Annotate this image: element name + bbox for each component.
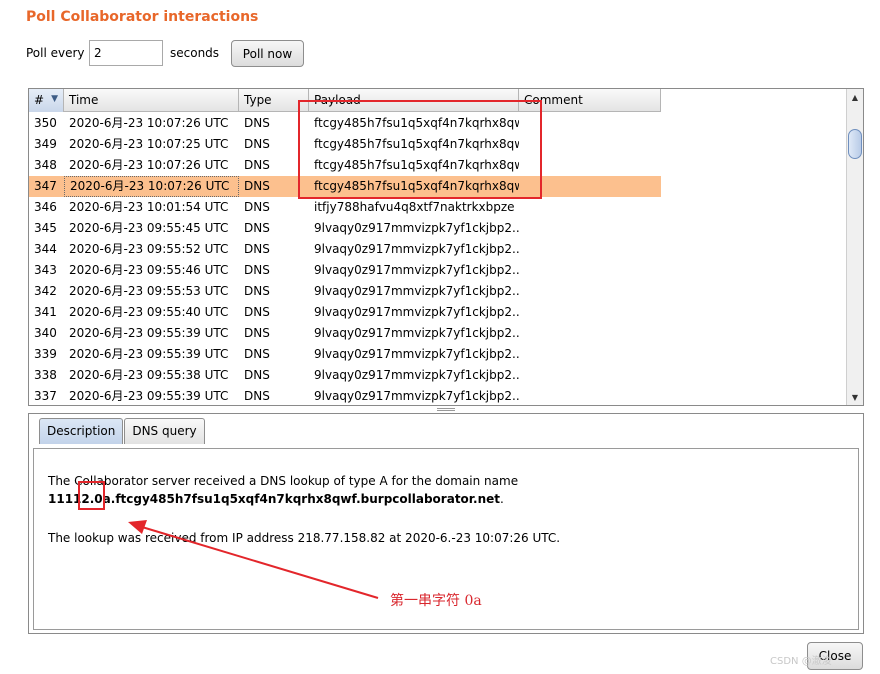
annotation-arrow-icon [128, 520, 379, 599]
watermark: CSDN @澈浚 [770, 656, 832, 667]
annotation-label: 第一串字符 0a [390, 593, 482, 609]
